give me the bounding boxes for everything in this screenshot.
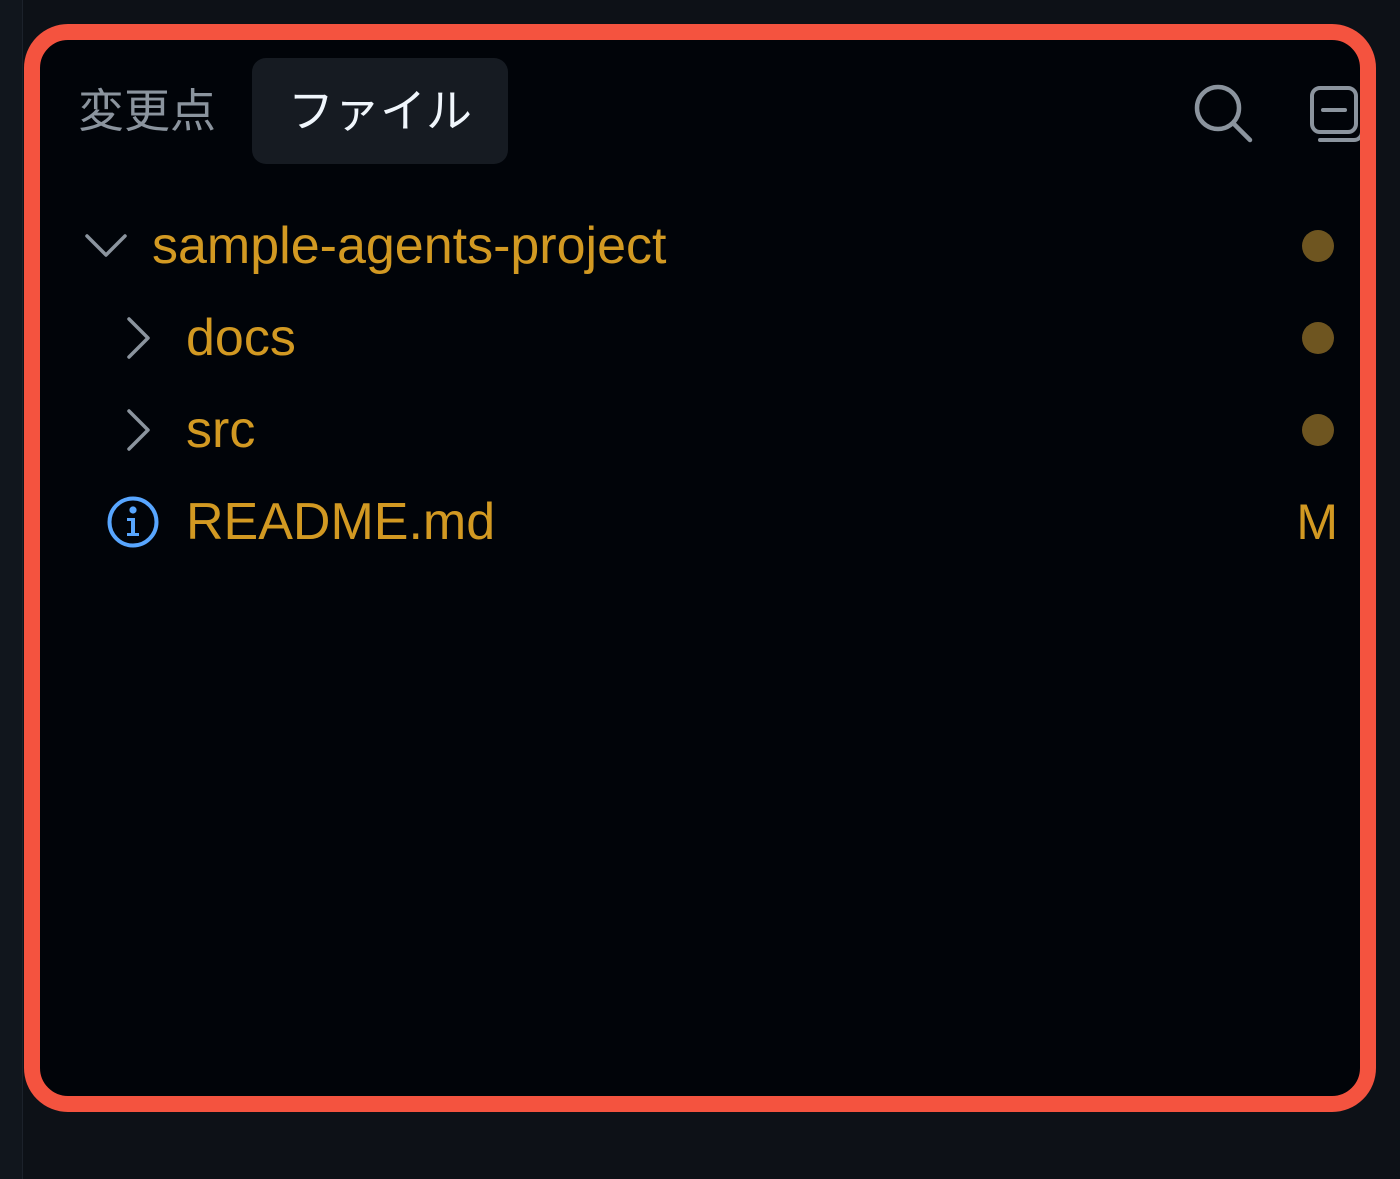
search-button[interactable]: [1192, 82, 1256, 146]
git-status-badge: M: [1296, 494, 1338, 550]
collapse-all-button[interactable]: [1308, 82, 1360, 146]
modified-status-dot: [1302, 322, 1334, 354]
tree-item-label: src: [186, 401, 256, 459]
tree-row-src[interactable]: src: [40, 384, 1360, 476]
tab-files-label: ファイル: [288, 84, 472, 138]
tab-changes-label: 変更点: [78, 84, 216, 138]
modified-status-dot: [1302, 414, 1334, 446]
collapse-all-icon: [1310, 86, 1360, 142]
file-explorer-panel: 変更点 ファイル sample-agents-project docs src …: [24, 24, 1376, 1112]
tab-files[interactable]: ファイル: [252, 58, 508, 164]
chevron-right-icon: [127, 409, 150, 451]
chevron-down-icon: [85, 234, 127, 257]
panel-tabs: 変更点 ファイル: [78, 58, 508, 164]
tree-row-root[interactable]: sample-agents-project: [40, 200, 1360, 292]
tree-item-label: README.md: [186, 493, 496, 551]
chevron-right-icon: [127, 317, 150, 359]
tree-root-label: sample-agents-project: [152, 217, 667, 275]
tree-item-label: docs: [186, 309, 296, 367]
search-icon: [1194, 84, 1253, 143]
tree-row-readme[interactable]: README.md M: [40, 476, 1360, 568]
info-icon: [107, 496, 159, 548]
modified-status-dot: [1302, 230, 1334, 262]
left-edge-scrollbar: [0, 0, 23, 1179]
tab-changes[interactable]: 変更点: [78, 58, 252, 164]
tree-row-docs[interactable]: docs: [40, 292, 1360, 384]
